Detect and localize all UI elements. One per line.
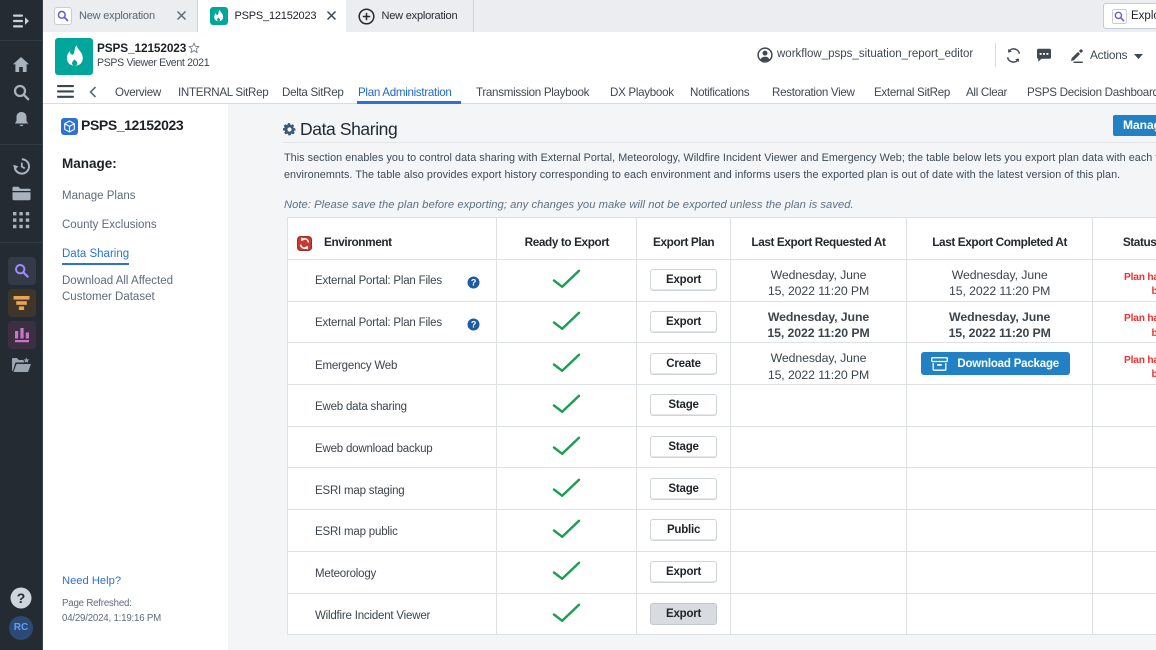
svg-text:?: ? [17, 590, 26, 606]
svg-text:?: ? [471, 278, 476, 288]
svg-text:?: ? [471, 319, 476, 329]
